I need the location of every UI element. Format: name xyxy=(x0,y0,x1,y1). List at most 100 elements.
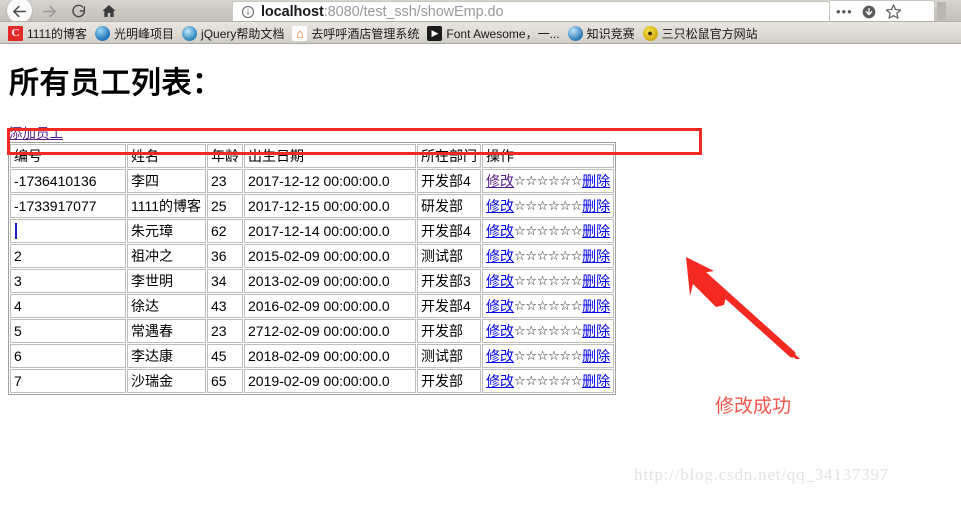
home-favicon: ⌂ xyxy=(292,25,308,41)
bookmark-label: 知识竞赛 xyxy=(586,26,635,41)
edit-link[interactable]: 修改 xyxy=(486,221,514,241)
delete-link[interactable]: 删除 xyxy=(582,321,610,341)
rating-stars: ☆☆☆☆☆☆ xyxy=(514,323,583,338)
squirrel-favicon: ● xyxy=(642,25,658,41)
reload-icon xyxy=(72,4,86,18)
rating-stars: ☆☆☆☆☆☆ xyxy=(514,273,583,288)
cell-department: 开发部 xyxy=(417,369,481,393)
cell-department: 开发部4 xyxy=(417,169,481,193)
bookmark-item[interactable]: 光明峰项目 xyxy=(93,25,180,42)
star-outline-icon xyxy=(885,4,901,19)
bookmark-item[interactable]: C 1111的博客 xyxy=(6,25,93,42)
address-bar-host: localhost xyxy=(261,4,324,20)
bookmark-label: 三只松鼠官方网站 xyxy=(661,26,758,41)
cell-operation: 修改 ☆☆☆☆☆☆ 删除 xyxy=(482,244,615,268)
cell-birth: 2013-02-09 00:00:00.0 xyxy=(244,269,416,293)
address-bar-actions: ••• xyxy=(830,0,935,22)
delete-link[interactable]: 删除 xyxy=(582,296,610,316)
table-row: 7 沙瑞金 65 2019-02-09 00:00:00.0 开发部 修改 ☆☆☆☆☆☆ 删除 xyxy=(10,369,615,393)
bookmark-item[interactable]: ● 三只松鼠官方网站 xyxy=(641,25,764,42)
cell-age: 65 xyxy=(207,369,243,393)
delete-link[interactable]: 删除 xyxy=(582,271,610,291)
table-row: 5 常遇春 23 2712-02-09 00:00:00.0 开发部 修改 ☆☆☆☆☆☆ 删除 xyxy=(10,319,615,343)
cell-name: 祖冲之 xyxy=(127,244,206,268)
edit-link[interactable]: 修改 xyxy=(486,196,514,216)
cell-operation: 修改 ☆☆☆☆☆☆ 删除 xyxy=(482,344,615,368)
back-button[interactable] xyxy=(4,0,34,23)
address-bar-url: localhost:8080/test_ssh/showEmp.do xyxy=(261,4,504,20)
bookmark-label: Font Awesome，一... xyxy=(446,26,560,41)
delete-link[interactable]: 删除 xyxy=(582,171,610,191)
cell-name: 李达康 xyxy=(127,344,206,368)
edit-link[interactable]: 修改 xyxy=(486,371,514,391)
window-chrome-edge xyxy=(935,0,961,22)
rating-stars: ☆☆☆☆☆☆ xyxy=(514,298,583,313)
address-bar[interactable]: localhost:8080/test_ssh/showEmp.do xyxy=(232,1,830,22)
page-title: 所有员工列表： xyxy=(9,67,223,100)
bookmark-item[interactable]: ▶ Font Awesome，一... xyxy=(425,25,565,42)
globe-favicon xyxy=(567,25,583,41)
cell-age: 45 xyxy=(207,344,243,368)
add-employee-link[interactable]: 添加员工 xyxy=(9,122,63,142)
browser-chrome: localhost:8080/test_ssh/showEmp.do ••• C… xyxy=(0,0,961,44)
bookmark-item[interactable]: 知识竞赛 xyxy=(566,25,641,42)
cell-department: 测试部 xyxy=(417,244,481,268)
download-arrow-icon-svg xyxy=(862,5,875,18)
ellipsis-icon[interactable]: ••• xyxy=(836,5,853,18)
cell-name: 朱元璋 xyxy=(127,219,206,243)
navigation-buttons xyxy=(4,0,124,23)
edit-link[interactable]: 修改 xyxy=(486,296,514,316)
delete-link[interactable]: 删除 xyxy=(582,346,610,366)
delete-link[interactable]: 删除 xyxy=(582,221,610,241)
cell-birth: 2015-02-09 00:00:00.0 xyxy=(244,244,416,268)
watermark-text: http://blog.csdn.net/qq_34137397 xyxy=(634,465,890,484)
download-arrow-icon[interactable] xyxy=(861,4,877,20)
cell-age: 25 xyxy=(207,194,243,218)
edit-link[interactable]: 修改 xyxy=(486,171,514,191)
bookmark-star-button[interactable] xyxy=(885,3,902,20)
bookmark-label: jQuery帮助文档 xyxy=(201,26,285,41)
rating-stars: ☆☆☆☆☆☆ xyxy=(514,248,583,263)
cell-id: 4 xyxy=(10,294,126,318)
edit-link[interactable]: 修改 xyxy=(486,346,514,366)
reload-button[interactable] xyxy=(64,0,94,22)
text-caret-icon xyxy=(15,223,17,239)
rating-stars: ☆☆☆☆☆☆ xyxy=(514,223,583,238)
edit-link[interactable]: 修改 xyxy=(486,271,514,291)
home-button[interactable] xyxy=(94,0,124,22)
cell-department: 开发部4 xyxy=(417,294,481,318)
cell-id: 3 xyxy=(10,269,126,293)
table-row: 3 李世明 34 2013-02-09 00:00:00.0 开发部3 修改 ☆☆☆☆☆☆ 删… xyxy=(10,269,615,293)
bookmark-label: 光明峰项目 xyxy=(114,26,175,41)
column-header-dept: 所在部门 xyxy=(417,144,481,168)
cell-operation: 修改 ☆☆☆☆☆☆ 删除 xyxy=(482,294,615,318)
delete-link[interactable]: 删除 xyxy=(582,196,610,216)
cell-id: 6 xyxy=(10,344,126,368)
cell-department: 开发部3 xyxy=(417,269,481,293)
cell-department: 开发部 xyxy=(417,319,481,343)
employee-table: 编号 姓名 年龄 出生日期 所在部门 操作 -1736410136 李四 23 201… xyxy=(8,142,617,395)
cell-birth: 2018-02-09 00:00:00.0 xyxy=(244,344,416,368)
cell-department: 开发部4 xyxy=(417,219,481,243)
column-header-operation: 操作 xyxy=(482,144,615,168)
rating-stars: ☆☆☆☆☆☆ xyxy=(514,173,583,188)
back-arrow-icon xyxy=(12,5,26,17)
cell-operation: 修改 ☆☆☆☆☆☆ 删除 xyxy=(482,194,615,218)
red-arrow-annotation xyxy=(686,257,801,359)
cell-name: 1111的博客 xyxy=(127,194,206,218)
column-header-birth: 出生日期 xyxy=(244,144,416,168)
delete-link[interactable]: 删除 xyxy=(582,371,610,391)
navigation-toolbar: localhost:8080/test_ssh/showEmp.do ••• xyxy=(0,0,961,23)
forward-button[interactable] xyxy=(34,0,64,22)
bookmark-item[interactable]: jQuery帮助文档 xyxy=(180,25,290,42)
cell-id: 7 xyxy=(10,369,126,393)
delete-link[interactable]: 删除 xyxy=(582,246,610,266)
edit-link[interactable]: 修改 xyxy=(486,321,514,341)
bookmark-item[interactable]: ⌂ 去呼呼酒店管理系统 xyxy=(290,25,425,42)
rating-stars: ☆☆☆☆☆☆ xyxy=(514,198,583,213)
edit-link[interactable]: 修改 xyxy=(486,246,514,266)
home-icon xyxy=(102,5,116,17)
cell-birth: 2016-02-09 00:00:00.0 xyxy=(244,294,416,318)
globe-favicon xyxy=(95,25,111,41)
font-awesome-favicon: ▶ xyxy=(427,25,443,41)
